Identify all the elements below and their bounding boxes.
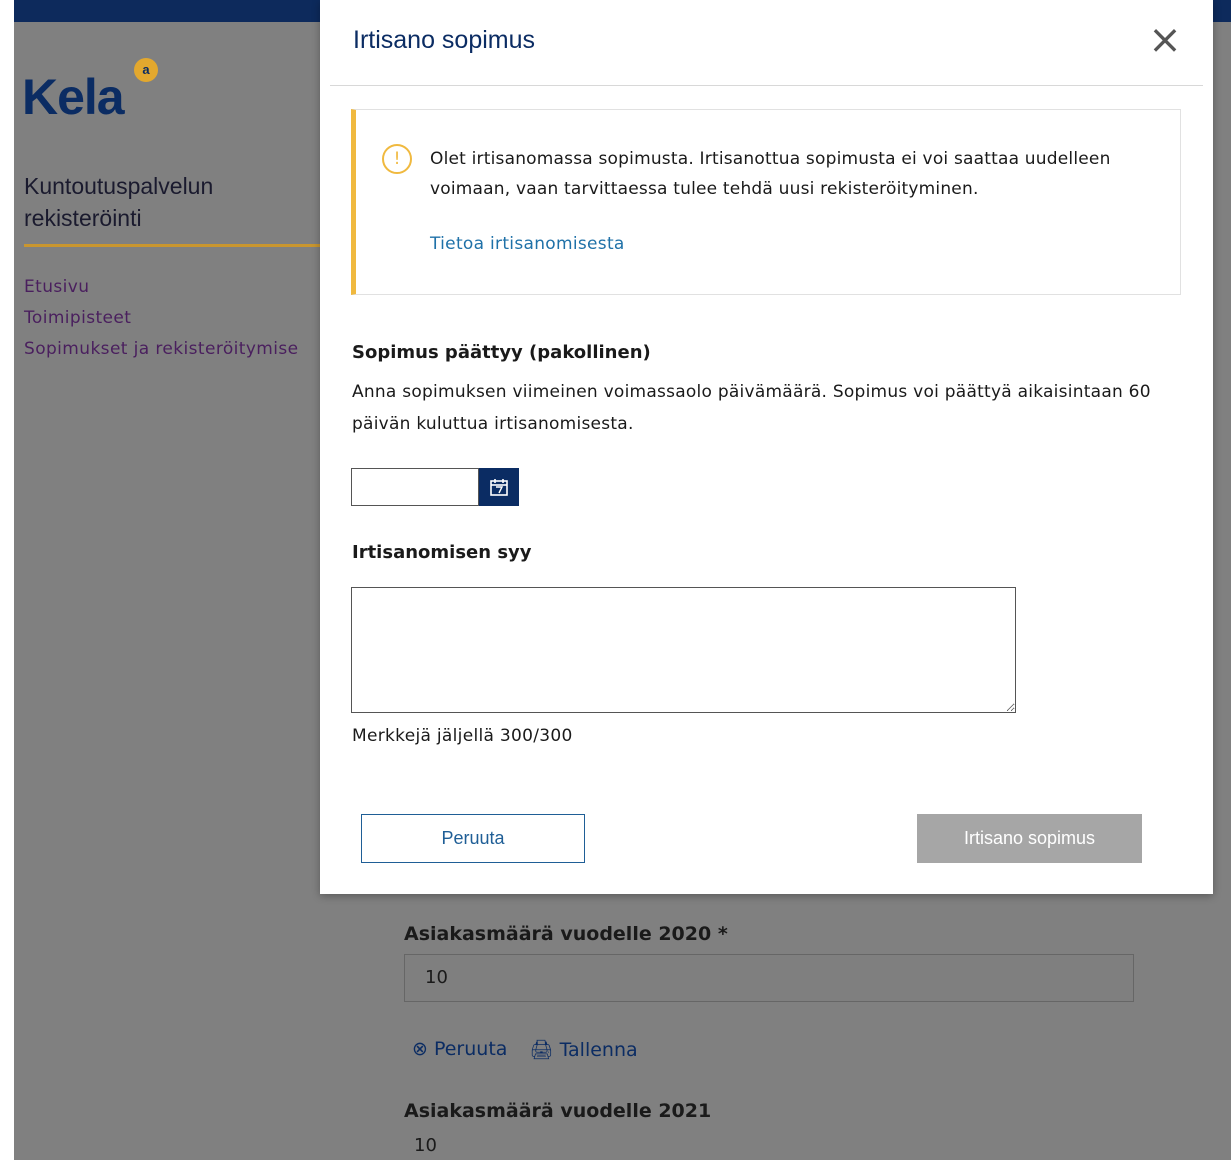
logo-mark-icon: a: [134, 58, 158, 82]
alert-text: Olet irtisanomassa sopimusta. Irtisanott…: [430, 149, 1111, 199]
inline-cancel-button[interactable]: ⊗ Peruuta: [412, 1038, 507, 1061]
end-date-label: Sopimus päättyy (pakollinen): [352, 342, 651, 363]
label-2020: Asiakasmäärä vuodelle 2020 *: [404, 923, 728, 945]
header-divider: [330, 85, 1203, 86]
app-title: Kuntoutuspalvelun rekisteröinti: [24, 173, 214, 231]
value-2021: 10: [414, 1135, 437, 1156]
inline-save-button[interactable]: 🖨 Tallenna: [529, 1038, 637, 1061]
char-counter: Merkkejä jäljellä 300/300: [352, 726, 573, 746]
left-edge: [0, 0, 14, 1160]
input-2020[interactable]: 10: [404, 954, 1134, 1002]
nav-item-sopimukset[interactable]: Sopimukset ja rekisteröitymise: [24, 334, 299, 365]
calendar-icon: [490, 479, 508, 496]
cancel-button[interactable]: Peruuta: [361, 814, 585, 863]
warning-alert: ! Olet irtisanomassa sopimusta. Irtisano…: [351, 109, 1181, 295]
end-date-help: Anna sopimuksen viimeinen voimassaolo pä…: [352, 382, 1151, 434]
calendar-button[interactable]: [479, 468, 519, 506]
nav-item-toimipisteet[interactable]: Toimipisteet: [24, 303, 299, 334]
side-nav: Etusivu Toimipisteet Sopimukset ja rekis…: [24, 272, 299, 365]
reason-label: Irtisanomisen syy: [352, 542, 532, 563]
end-date-input[interactable]: [351, 468, 479, 506]
close-icon[interactable]: ×: [1143, 18, 1187, 62]
terminate-button[interactable]: Irtisano sopimus: [917, 814, 1142, 863]
dialog-title: Irtisano sopimus: [353, 26, 536, 54]
info-link[interactable]: Tietoa irtisanomisesta: [430, 234, 625, 254]
nav-item-etusivu[interactable]: Etusivu: [24, 272, 299, 303]
inline-actions: ⊗ Peruuta 🖨 Tallenna: [404, 1038, 1144, 1061]
kela-logo: Kela: [22, 69, 125, 125]
background-form: Asiakasmäärä vuodelle 2020 * 10 ⊗ Peruut…: [404, 918, 1144, 1156]
terminate-dialog: Irtisano sopimus × ! Olet irtisanomassa …: [320, 0, 1213, 894]
dialog-header: Irtisano sopimus ×: [320, 0, 1213, 85]
warning-icon: !: [382, 144, 412, 174]
reason-textarea[interactable]: [351, 587, 1016, 713]
title-divider: [24, 244, 324, 247]
label-2021: Asiakasmäärä vuodelle 2021: [404, 1100, 712, 1122]
